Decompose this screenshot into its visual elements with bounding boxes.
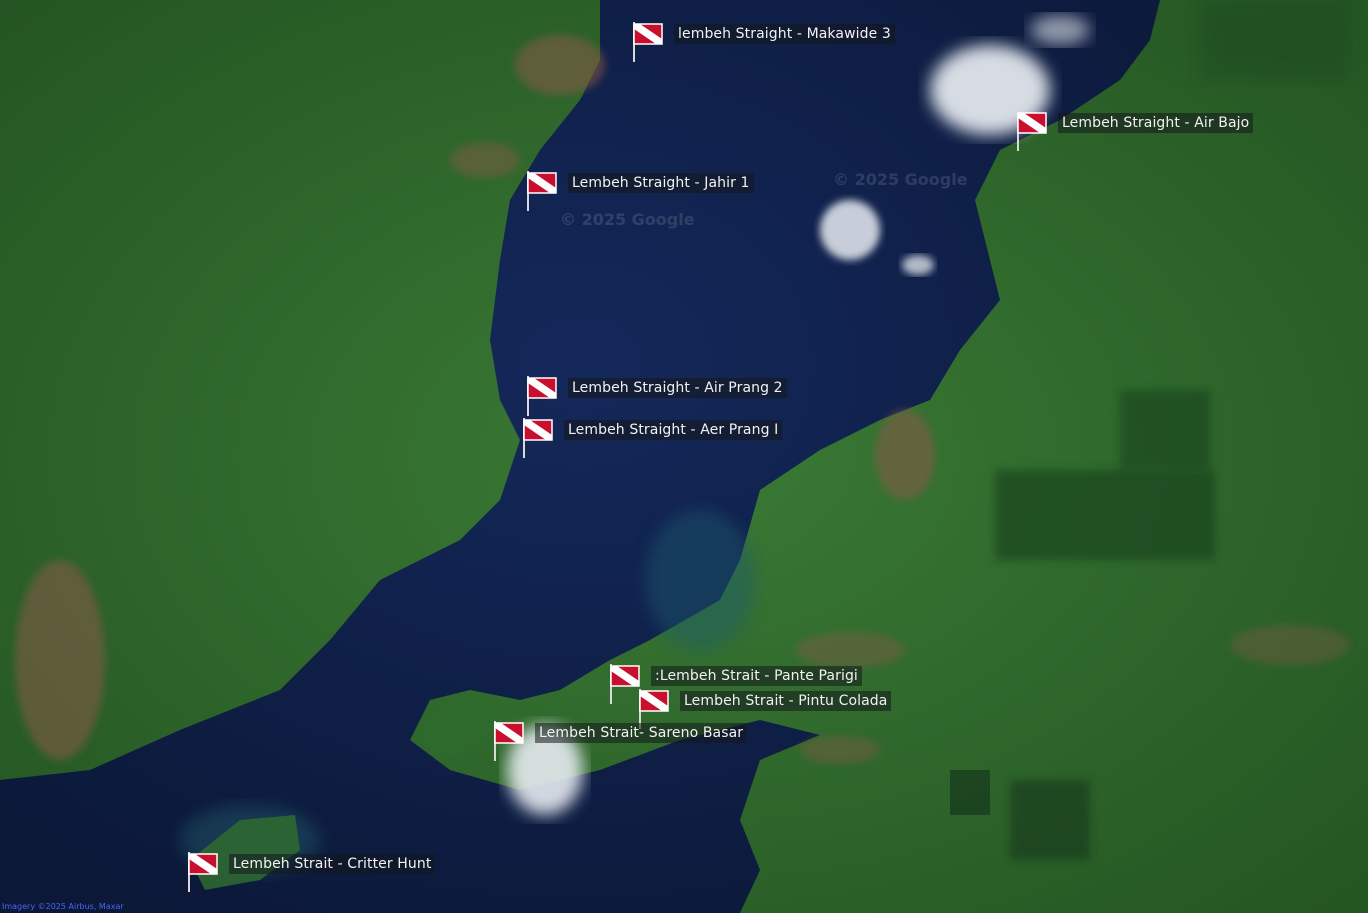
map-attribution[interactable]: Imagery ©2025 Airbus, Maxar (2, 902, 124, 911)
dive-site-label: Lembeh Straight - Air Bajo (1058, 113, 1254, 133)
dive-flag-icon (1016, 111, 1048, 151)
dive-flag-icon (493, 721, 525, 761)
dive-flag-icon (187, 852, 219, 892)
map-watermark: © 2025 Google (560, 210, 695, 229)
dive-site-marker[interactable]: Lembeh Straight - Air Bajo (1016, 111, 1254, 151)
dive-flag-icon (526, 171, 558, 211)
dive-flag-icon (632, 22, 664, 62)
dive-site-label: Lembeh Straight - Jahir 1 (568, 173, 754, 193)
dive-site-label: Lembeh Straight - Air Prang 2 (568, 378, 787, 398)
dive-flag-icon (526, 376, 558, 416)
dive-site-marker[interactable]: Lembeh Strait- Sareno Basar (493, 721, 748, 761)
dive-site-marker[interactable]: Lembeh Straight - Air Prang 2 (526, 376, 787, 416)
dive-site-label: Lembeh Strait - Critter Hunt (229, 854, 436, 874)
dive-site-label: lembeh Straight - Makawide 3 (674, 24, 895, 44)
dive-flag-icon (522, 418, 554, 458)
map-watermark: © 2025 Google (833, 170, 968, 189)
dive-flag-icon (609, 664, 641, 704)
dive-site-label: :Lembeh Strait - Pante Parigi (651, 666, 862, 686)
dive-site-marker[interactable]: Lembeh Strait - Critter Hunt (187, 852, 436, 892)
dive-site-label: Lembeh Strait- Sareno Basar (535, 723, 748, 743)
dive-site-label: Lembeh Strait - Pintu Colada (680, 691, 892, 711)
dive-site-label: Lembeh Straight - Aer Prang I (564, 420, 783, 440)
dive-site-marker[interactable]: lembeh Straight - Makawide 3 (632, 22, 895, 62)
dive-site-marker[interactable]: Lembeh Straight - Aer Prang I (522, 418, 783, 458)
satellite-map[interactable]: © 2025 Google © 2025 Google lembeh Strai… (0, 0, 1368, 913)
dive-site-marker[interactable]: Lembeh Straight - Jahir 1 (526, 171, 754, 211)
